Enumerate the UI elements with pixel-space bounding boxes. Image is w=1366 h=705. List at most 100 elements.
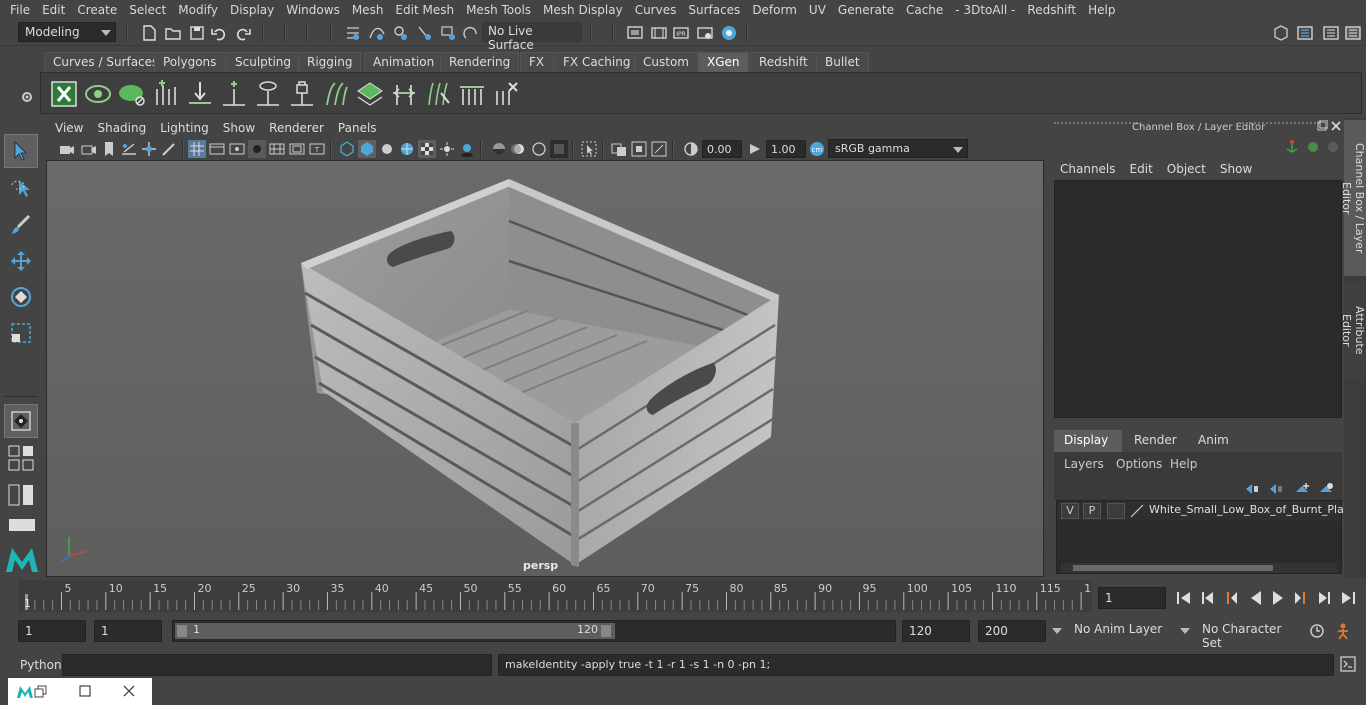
snap-point-icon[interactable]	[392, 24, 410, 42]
shelf-tab-fx[interactable]: FX	[520, 52, 554, 72]
step-back-key-icon[interactable]	[1222, 588, 1242, 608]
layer-visibility-toggle[interactable]: V	[1061, 503, 1079, 519]
gate-mask-icon[interactable]	[248, 140, 266, 158]
step-back-icon[interactable]	[1198, 588, 1218, 608]
layout-side-buttons[interactable]	[8, 484, 36, 506]
shelf-tab-fx-caching[interactable]: FX Caching	[554, 52, 640, 72]
animation-end-field[interactable]: 200	[978, 620, 1046, 642]
shelf-tab-bullet[interactable]: Bullet	[816, 52, 869, 72]
menu-cache[interactable]: Cache	[900, 3, 949, 17]
snap-live-icon[interactable]	[462, 24, 480, 42]
menu-mesh[interactable]: Mesh	[346, 3, 390, 17]
rotate-tool-button[interactable]	[4, 280, 38, 314]
exposure-field[interactable]: 0.00	[702, 140, 742, 158]
resolution-gate-icon[interactable]	[228, 140, 246, 158]
menu-redshift[interactable]: Redshift	[1021, 3, 1082, 17]
transform-axis-icon[interactable]	[1284, 140, 1300, 154]
maya-home-button[interactable]	[4, 542, 40, 576]
toggle-attribute-editor-icon[interactable]	[1322, 24, 1340, 42]
playback-end-field[interactable]: 120	[902, 620, 970, 642]
layer-row[interactable]: V P White_Small_Low_Box_of_Burnt_Plan	[1057, 501, 1351, 521]
new-scene-icon[interactable]	[140, 24, 158, 42]
move-tool-button[interactable]	[4, 244, 38, 278]
menu-generate[interactable]: Generate	[832, 3, 900, 17]
playback-start-field[interactable]: 1	[94, 620, 162, 642]
select-tool-button[interactable]	[4, 134, 38, 168]
layout-grid-buttons[interactable]	[8, 444, 36, 472]
panel-drag-handle[interactable]	[1054, 122, 1138, 130]
menu-create[interactable]: Create	[71, 3, 123, 17]
view-transform-dropdown[interactable]: sRGB gamma	[828, 139, 968, 158]
range-slider-handle[interactable]: 1 120	[175, 623, 615, 639]
side-tab-channel-box[interactable]: Channel Box / Layer Editor	[1340, 120, 1366, 276]
add-guides-icon[interactable]	[151, 79, 181, 109]
close-panel-icon[interactable]	[1330, 120, 1342, 132]
mode-dropdown[interactable]: Modeling	[18, 22, 116, 42]
move-layer-down-icon[interactable]	[1268, 482, 1284, 496]
script-editor-icon[interactable]	[1340, 656, 1356, 672]
auto-key-icon[interactable]	[1308, 622, 1326, 640]
motion-blur-icon[interactable]	[510, 140, 528, 158]
gamma-icon[interactable]	[746, 140, 764, 158]
snap-curve-icon[interactable]	[368, 24, 386, 42]
camera-attributes-icon[interactable]	[80, 140, 98, 158]
shelf-tab-rigging[interactable]: Rigging	[298, 52, 362, 72]
redo-icon[interactable]	[234, 24, 252, 42]
menu-surfaces[interactable]: Surfaces	[682, 3, 746, 17]
menu-mesh-display[interactable]: Mesh Display	[537, 3, 629, 17]
2d-pan-zoom-icon[interactable]	[140, 140, 158, 158]
shelf-tab-rendering[interactable]: Rendering	[440, 52, 520, 72]
xray-joints-icon[interactable]	[630, 140, 648, 158]
cb-menu-edit[interactable]: Edit	[1123, 162, 1160, 176]
go-to-start-icon[interactable]	[1174, 588, 1194, 608]
maximize-window-icon[interactable]	[78, 684, 92, 698]
menu-modify[interactable]: Modify	[172, 3, 224, 17]
range-slider-track[interactable]: 1 120	[172, 620, 896, 642]
color-management-icon[interactable]: cm	[808, 140, 826, 158]
layer-tab-display[interactable]: Display	[1054, 430, 1122, 452]
layer-tab-render[interactable]: Render	[1124, 430, 1186, 452]
character-set-dropdown[interactable]: No Character Set	[1178, 620, 1304, 650]
menu-uv[interactable]: UV	[803, 3, 832, 17]
use-all-lights-icon[interactable]	[438, 140, 456, 158]
menu-edit[interactable]: Edit	[36, 3, 71, 17]
menu-3dtoall[interactable]: - 3DtoAll -	[949, 3, 1021, 17]
menu-deform[interactable]: Deform	[746, 3, 803, 17]
panel-drag-handle[interactable]	[1238, 122, 1320, 130]
safe-title-icon[interactable]: T	[308, 140, 326, 158]
image-plane-icon[interactable]	[120, 140, 138, 158]
menu-edit-mesh[interactable]: Edit Mesh	[389, 3, 460, 17]
smooth-shade-icon[interactable]	[358, 140, 376, 158]
render-view-icon[interactable]	[626, 24, 644, 42]
step-forward-icon[interactable]	[1314, 588, 1334, 608]
channel-options-icon[interactable]	[1326, 140, 1340, 154]
place-guides-icon[interactable]	[185, 79, 215, 109]
layout-single-button[interactable]	[8, 518, 36, 532]
safe-action-icon[interactable]	[288, 140, 306, 158]
shelf-tab-polygons[interactable]: Polygons	[154, 52, 226, 72]
viewport-menu-panels[interactable]: Panels	[331, 121, 384, 135]
toggle-tool-settings-icon[interactable]	[1344, 24, 1362, 42]
shelf-tab-animation[interactable]: Animation	[364, 52, 444, 72]
live-surface-field[interactable]: No Live Surface	[482, 22, 582, 52]
animation-start-field[interactable]: 1	[18, 620, 86, 642]
xgen-clear-preview-icon[interactable]	[117, 79, 147, 109]
xgen-editor-icon[interactable]	[49, 79, 79, 109]
restore-window-icon[interactable]	[34, 685, 48, 699]
gamma-field[interactable]: 1.00	[766, 140, 806, 158]
viewport-menu-renderer[interactable]: Renderer	[262, 121, 331, 135]
range-handle-right-grip[interactable]	[601, 625, 611, 637]
select-guides-icon[interactable]	[253, 79, 283, 109]
channel-sync-icon[interactable]	[1306, 140, 1320, 154]
layer-menu-layers[interactable]: Layers	[1064, 457, 1104, 471]
rebuild-guides-icon[interactable]	[389, 79, 419, 109]
layer-list-scrollbar[interactable]	[1061, 563, 1337, 573]
cb-menu-object[interactable]: Object	[1160, 162, 1213, 176]
wireframe-icon[interactable]	[338, 140, 356, 158]
xray-icon[interactable]	[610, 140, 628, 158]
film-gate-icon[interactable]	[208, 140, 226, 158]
shadows-icon[interactable]	[458, 140, 476, 158]
new-empty-layer-icon[interactable]	[1294, 482, 1310, 496]
cb-menu-channels[interactable]: Channels	[1060, 162, 1123, 176]
insert-guide-icon[interactable]	[219, 79, 249, 109]
